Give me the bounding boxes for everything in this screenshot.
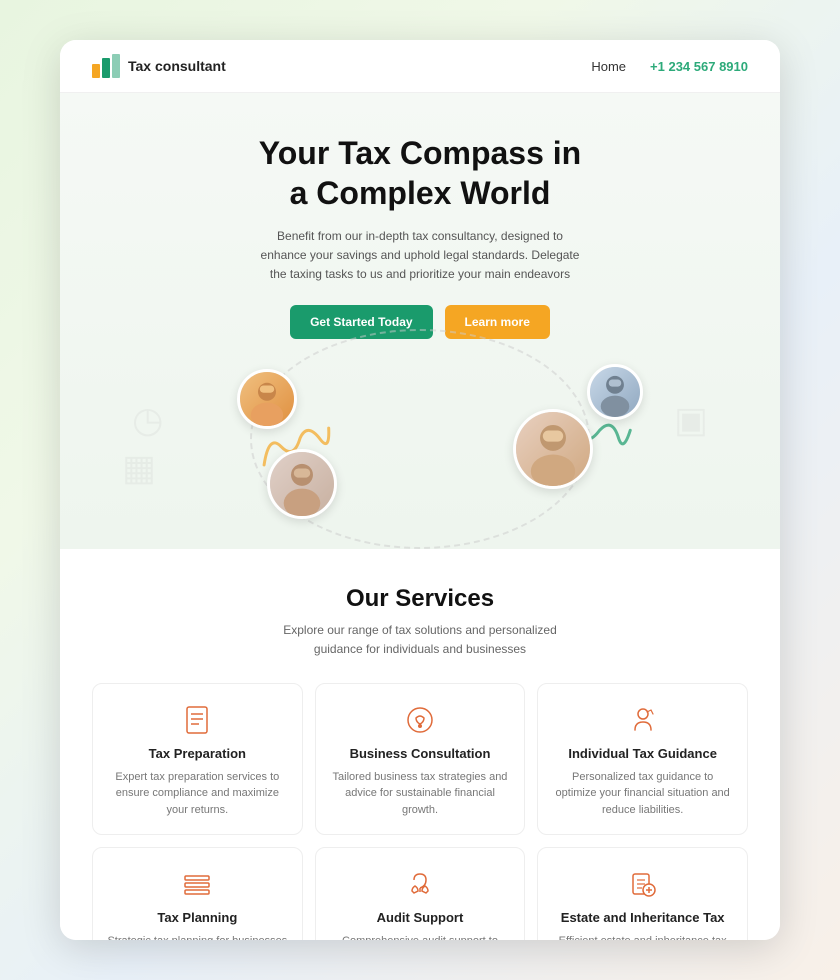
avatar-3: [267, 449, 337, 519]
avatar-2: [513, 409, 593, 489]
services-heading: Our Services: [92, 585, 748, 613]
avatar-1: [237, 369, 297, 429]
service-desc-4: Comprehensive audit support to navigate …: [330, 933, 511, 940]
tax-planning-icon: [107, 868, 288, 900]
nav-right: Home +1 234 567 8910: [591, 59, 748, 74]
ghost-chart-icon: ▦: [122, 447, 156, 489]
hero-title: Your Tax Compass in a Complex World: [92, 133, 748, 213]
logo-icon: [92, 54, 120, 78]
service-desc-0: Expert tax preparation services to ensur…: [107, 769, 288, 819]
service-card-tax-preparation: Tax Preparation Expert tax preparation s…: [92, 683, 303, 836]
service-card-estate-tax: Estate and Inheritance Tax Efficient est…: [537, 847, 748, 940]
ghost-pie-icon: ◷: [132, 399, 163, 441]
individual-tax-icon: [552, 704, 733, 736]
business-consultation-icon: [330, 704, 511, 736]
audit-support-icon: [330, 868, 511, 900]
tax-preparation-icon: [107, 704, 288, 736]
service-card-audit-support: Audit Support Comprehensive audit suppor…: [315, 847, 526, 940]
browser-frame: Tax consultant Home +1 234 567 8910 Your…: [60, 40, 780, 940]
service-title-2: Individual Tax Guidance: [552, 746, 733, 761]
service-title-0: Tax Preparation: [107, 746, 288, 761]
service-desc-5: Efficient estate and inheritance tax sol…: [552, 933, 733, 940]
services-section: Our Services Explore our range of tax so…: [60, 549, 780, 940]
service-card-tax-planning: Tax Planning Strategic tax planning for …: [92, 847, 303, 940]
logo: Tax consultant: [92, 54, 226, 78]
nav-home-link[interactable]: Home: [591, 59, 626, 74]
service-title-3: Tax Planning: [107, 910, 288, 925]
service-title-5: Estate and Inheritance Tax: [552, 910, 733, 925]
service-title-4: Audit Support: [330, 910, 511, 925]
service-desc-2: Personalized tax guidance to optimize yo…: [552, 769, 733, 819]
service-desc-3: Strategic tax planning for businesses to…: [107, 933, 288, 940]
hero-subtitle: Benefit from our in-depth tax consultanc…: [260, 227, 580, 285]
avatar-4: [587, 364, 643, 420]
ghost-doc-icon: ▣: [674, 399, 708, 441]
services-description: Explore our range of tax solutions and p…: [260, 621, 580, 659]
logo-text: Tax consultant: [128, 58, 226, 74]
service-card-individual-tax: Individual Tax Guidance Personalized tax…: [537, 683, 748, 836]
estate-tax-icon: [552, 868, 733, 900]
nav-phone: +1 234 567 8910: [650, 59, 748, 74]
service-desc-1: Tailored business tax strategies and adv…: [330, 769, 511, 819]
service-title-1: Business Consultation: [330, 746, 511, 761]
hero-visual: ◷ ▦ ▣: [92, 359, 748, 519]
navbar: Tax consultant Home +1 234 567 8910: [60, 40, 780, 93]
services-grid: Tax Preparation Expert tax preparation s…: [92, 683, 748, 940]
hero-section: Your Tax Compass in a Complex World Bene…: [60, 93, 780, 549]
service-card-business-consultation: Business Consultation Tailored business …: [315, 683, 526, 836]
